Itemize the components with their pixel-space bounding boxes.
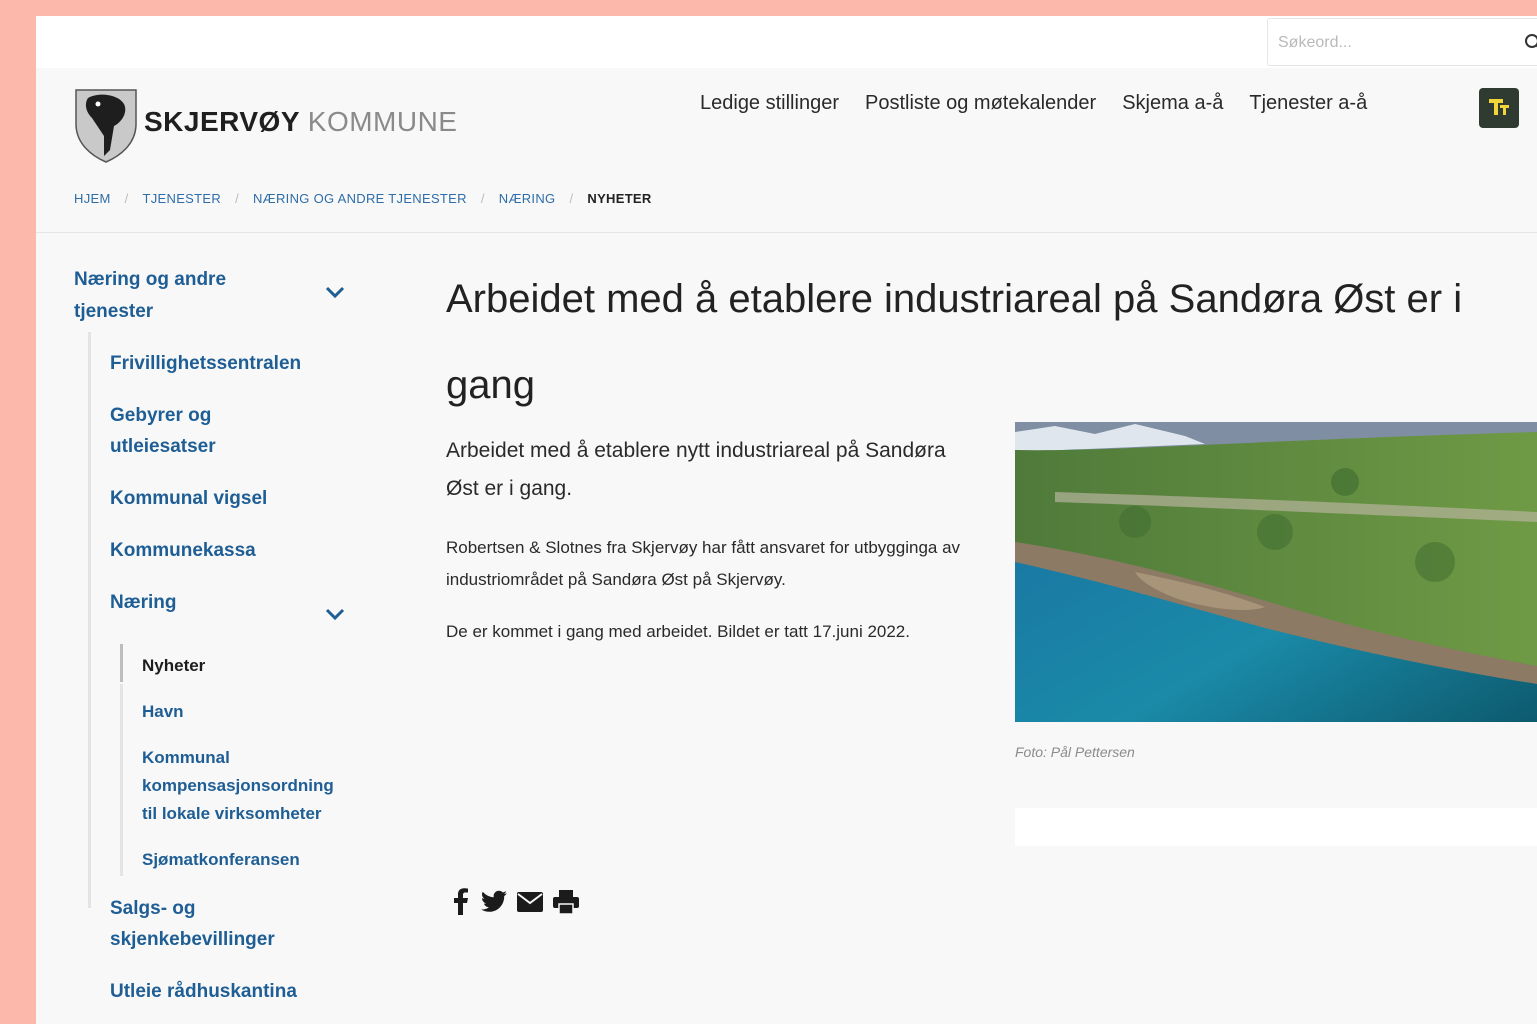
brand-sub: KOMMUNE <box>307 106 458 137</box>
sidebar-item-kommunekassa[interactable]: Kommunekassa <box>110 535 256 567</box>
sidebar-item-gebyrer-line2[interactable]: utleiesatser <box>110 431 216 463</box>
main-nav: Ledige stillinger Postliste og møtekalen… <box>700 92 1367 115</box>
sidebar-item-kompensasjon-line1[interactable]: Kommunal <box>142 744 230 772</box>
nav-skjema[interactable]: Skjema a-å <box>1122 92 1223 115</box>
email-icon[interactable] <box>516 891 544 913</box>
text-size-toggle-button[interactable] <box>1479 88 1519 128</box>
breadcrumb-naering[interactable]: NÆRING <box>499 191 556 206</box>
article-photo <box>1015 422 1537 722</box>
sidebar-item-sjomatkonferansen[interactable]: Sjømatkonferansen <box>142 846 300 874</box>
print-icon[interactable] <box>552 889 580 915</box>
breadcrumb-current: NYHETER <box>587 191 652 206</box>
chevron-down-icon[interactable] <box>325 608 345 627</box>
sidebar-parent-line1[interactable]: Næring og andre <box>74 264 226 296</box>
sidebar-item-nyheter[interactable]: Nyheter <box>142 652 205 680</box>
sidebar-parent-line2[interactable]: tjenester <box>74 296 153 328</box>
active-item-indicator <box>120 644 123 682</box>
text-size-icon <box>1487 95 1511 122</box>
search-icon[interactable] <box>1524 33 1537 58</box>
breadcrumb-separator: / <box>569 191 574 206</box>
search-input[interactable] <box>1278 31 1508 55</box>
sidebar-item-kompensasjon-line2[interactable]: kompensasjonsordning <box>142 772 334 800</box>
sidebar-item-kompensasjon-line3[interactable]: til lokale virksomheter <box>142 800 322 828</box>
facebook-icon[interactable] <box>450 888 472 916</box>
sidebar-sublevel-line <box>120 684 123 876</box>
photo-caption: Foto: Pål Pettersen <box>1015 744 1135 760</box>
twitter-icon[interactable] <box>480 890 508 914</box>
sidebar-item-naering[interactable]: Næring <box>110 587 177 619</box>
site-brand[interactable]: SKJERVØY KOMMUNE <box>144 106 458 138</box>
sidebar-level-line <box>88 332 91 908</box>
sidebar-item-gebyrer-line1[interactable]: Gebyrer og <box>110 400 211 432</box>
article-lead: Arbeidet med å etablere nytt industriare… <box>446 439 946 500</box>
breadcrumb-hjem[interactable]: HJEM <box>74 191 111 206</box>
caption-box <box>1015 808 1537 846</box>
breadcrumb: HJEM / TJENESTER / NÆRING OG ANDRE TJENE… <box>74 191 652 206</box>
sidebar-item-havn[interactable]: Havn <box>142 698 184 726</box>
sidebar-item-frivillighetssentralen[interactable]: Frivillighetssentralen <box>110 348 301 380</box>
page: SKJERVØY KOMMUNE Ledige stillinger Postl… <box>36 16 1537 1024</box>
sidebar-item-kommunal-vigsel[interactable]: Kommunal vigsel <box>110 483 267 515</box>
article-paragraph-2: De er kommet i gang med arbeidet. Bildet… <box>446 622 910 641</box>
coat-of-arms-logo[interactable] <box>74 88 138 169</box>
nav-postliste[interactable]: Postliste og møtekalender <box>865 92 1096 115</box>
search-box <box>1267 18 1537 66</box>
share-bar <box>450 888 580 916</box>
nav-tjenester[interactable]: Tjenester a-å <box>1249 92 1367 115</box>
top-bar <box>36 16 1537 68</box>
breadcrumb-tjenester[interactable]: TJENESTER <box>143 191 222 206</box>
brand-main: SKJERVØY <box>144 106 300 137</box>
article-title: Arbeidet med å etablere industriareal på… <box>446 277 1463 407</box>
article-paragraph-1: Robertsen & Slotnes fra Skjervøy har fåt… <box>446 538 961 589</box>
sidebar-item-salgs-line1[interactable]: Salgs- og <box>110 893 196 925</box>
sidebar-item-salgs-line2[interactable]: skjenkebevillinger <box>110 924 275 956</box>
breadcrumb-separator: / <box>235 191 239 206</box>
breadcrumb-separator: / <box>480 191 485 206</box>
sidebar-item-utleie-radhuskantina[interactable]: Utleie rådhuskantina <box>110 976 297 1008</box>
header-divider <box>36 232 1537 233</box>
breadcrumb-separator: / <box>124 191 129 206</box>
breadcrumb-naering-og-andre[interactable]: NÆRING OG ANDRE TJENESTER <box>253 191 467 206</box>
chevron-down-icon[interactable] <box>325 286 345 305</box>
nav-ledige-stillinger[interactable]: Ledige stillinger <box>700 92 839 115</box>
